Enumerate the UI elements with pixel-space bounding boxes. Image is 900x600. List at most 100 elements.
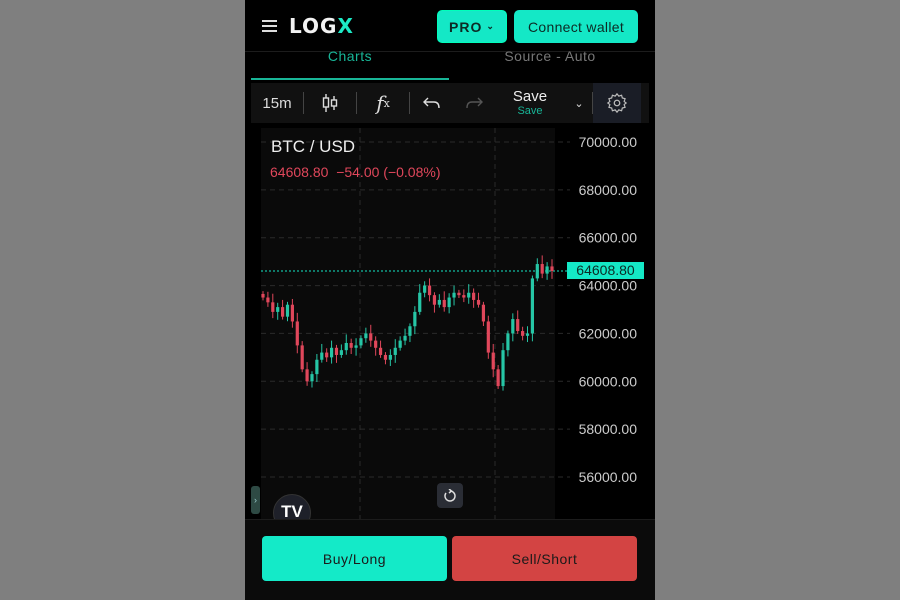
candle-body [374,340,378,348]
last-price: 64608.80 [270,164,329,180]
pro-dropdown-button[interactable]: PRO ⌄ [437,10,507,43]
candle-body [378,347,383,355]
candle-body [511,319,515,334]
candle-body [462,295,466,298]
candle-body [354,345,358,348]
candle-body [423,285,427,293]
candle-body [545,266,549,274]
candle-body [369,333,373,341]
interval-button[interactable]: 15m [251,83,303,123]
candle-body [521,331,525,336]
y-tick-label: 68000.00 [579,182,638,198]
redo-icon[interactable] [454,83,494,123]
hamburger-menu-icon[interactable] [262,20,277,32]
candle-body [388,354,392,360]
save-sublabel: Save [517,105,543,117]
candle-body [525,333,530,336]
header: LOGX PRO ⌄ Connect wallet [245,0,655,52]
candle-body [344,343,348,351]
plot-area [261,128,555,520]
candle-body [300,345,304,370]
candle-body [550,266,554,272]
candle-body [496,369,500,387]
candle-body [364,333,368,339]
candle-body [290,304,294,322]
gear-icon[interactable] [593,83,641,123]
candle-body [325,352,329,358]
candle-body [413,311,417,327]
candle-body [315,359,319,375]
candle-body [418,292,422,312]
tab-bar: Charts Source - Auto [251,48,649,80]
candle-body [310,374,314,382]
candles-icon[interactable] [304,83,356,123]
candle-body [393,347,397,355]
pro-label: PRO [449,18,483,35]
candle-body [535,264,539,279]
candle-body [349,343,353,348]
candle-body [467,292,471,298]
trade-actions: Buy/Long Sell/Short [245,519,655,600]
candle-body [383,354,388,360]
price-change: −54.00 (−0.08%) [336,164,441,180]
candle-body [339,350,343,355]
app-window: LOGX PRO ⌄ Connect wallet Charts Source -… [245,0,655,600]
last-price-tag: 64608.80 [567,262,644,279]
save-label: Save [512,88,548,105]
candle-body [540,264,544,274]
candle-body [501,350,505,387]
candle-body [329,347,334,358]
chevron-down-icon[interactable]: ⌄ [566,83,592,123]
candle-body [472,292,476,300]
y-tick-label: 56000.00 [579,469,638,485]
undo-icon[interactable] [410,83,454,123]
candle-body [506,333,510,351]
candle-body [437,299,441,305]
y-tick-label: 66000.00 [579,230,638,246]
save-button[interactable]: Save Save [494,83,566,123]
candle-body [427,285,432,296]
candle-body [486,321,490,353]
candle-body [305,369,309,382]
y-tick-label: 62000.00 [579,325,638,341]
candle-body [457,292,461,296]
reset-chart-button[interactable] [437,483,463,508]
candle-body [491,352,495,370]
connect-wallet-button[interactable]: Connect wallet [514,10,638,43]
price-chart[interactable]: 70000.00 68000.00 66000.00 64000.00 62000.00… [245,126,655,520]
candle-body [261,293,265,298]
tab-charts[interactable]: Charts [251,48,449,80]
candle-body [432,295,437,305]
candle-body [398,340,402,348]
chevron-down-icon: ⌄ [486,21,495,31]
candle-body [452,292,456,298]
candle-body [403,335,407,341]
logo[interactable]: LOGX [289,14,354,38]
chart-toolbar: 15m fx Save Save ⌄ [251,83,649,123]
y-tick-label: 60000.00 [579,373,638,389]
candle-body [266,297,270,303]
candle-body [295,321,299,346]
candle-body [285,304,290,317]
candle-body [516,319,520,332]
candle-body [320,352,324,360]
y-tick-label: 58000.00 [579,421,638,437]
buy-long-button[interactable]: Buy/Long [262,536,447,581]
candle-body [280,307,285,317]
indicators-icon[interactable]: fx [357,83,409,123]
sell-short-button[interactable]: Sell/Short [452,536,637,581]
candle-body [359,338,363,346]
candle-body [447,297,451,308]
expand-panel-handle[interactable]: › [251,486,260,514]
chart-symbol: BTC / USD [271,137,356,156]
candle-body [276,307,280,312]
chart-price-legend: 64608.80 −54.00 (−0.08%) [270,164,440,180]
candle-body [530,278,535,334]
candle-body [408,326,412,336]
reset-icon [444,488,456,502]
tab-source[interactable]: Source - Auto [451,48,649,80]
candle-body [442,299,446,308]
y-tick-label: 64000.00 [579,278,638,294]
y-tick-label: 70000.00 [579,134,638,150]
candle-body [271,302,275,312]
